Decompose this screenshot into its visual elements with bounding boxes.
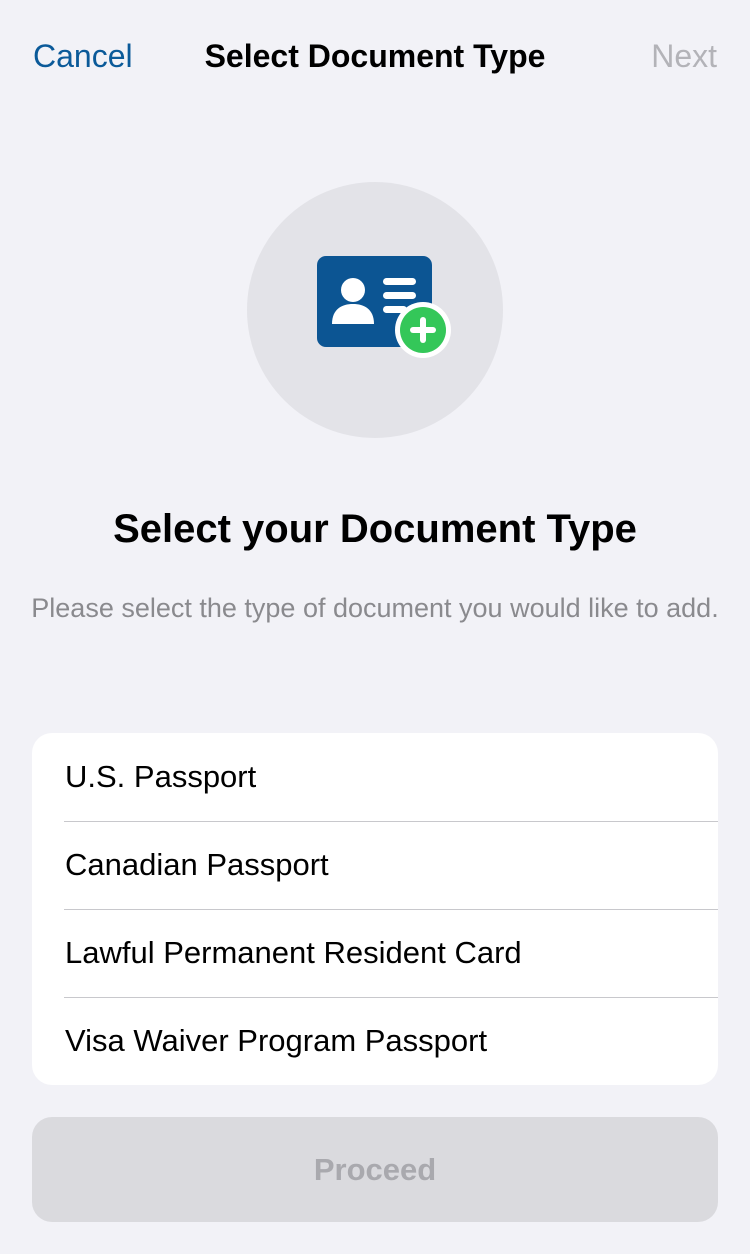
proceed-button[interactable]: Proceed <box>32 1117 718 1222</box>
page-title: Select Document Type <box>204 38 546 74</box>
option-us-passport[interactable]: U.S. Passport <box>32 733 718 821</box>
id-card-add-icon <box>317 256 451 358</box>
option-label: U.S. Passport <box>65 759 257 794</box>
next-button[interactable]: Next <box>651 36 717 76</box>
option-label: Canadian Passport <box>65 847 329 882</box>
option-visa-waiver-passport[interactable]: Visa Waiver Program Passport <box>32 997 718 1085</box>
option-permanent-resident-card[interactable]: Lawful Permanent Resident Card <box>32 909 718 997</box>
section-subtitle: Please select the type of document you w… <box>31 593 719 623</box>
option-canadian-passport[interactable]: Canadian Passport <box>32 821 718 909</box>
option-label: Lawful Permanent Resident Card <box>65 935 522 970</box>
document-type-list: U.S. Passport Canadian Passport Lawful P… <box>32 733 718 1085</box>
document-icon-circle <box>247 182 503 438</box>
navigation-bar: Cancel Select Document Type Next <box>0 0 750 112</box>
section-heading: Select your Document Type <box>113 507 637 551</box>
option-label: Visa Waiver Program Passport <box>65 1023 488 1058</box>
